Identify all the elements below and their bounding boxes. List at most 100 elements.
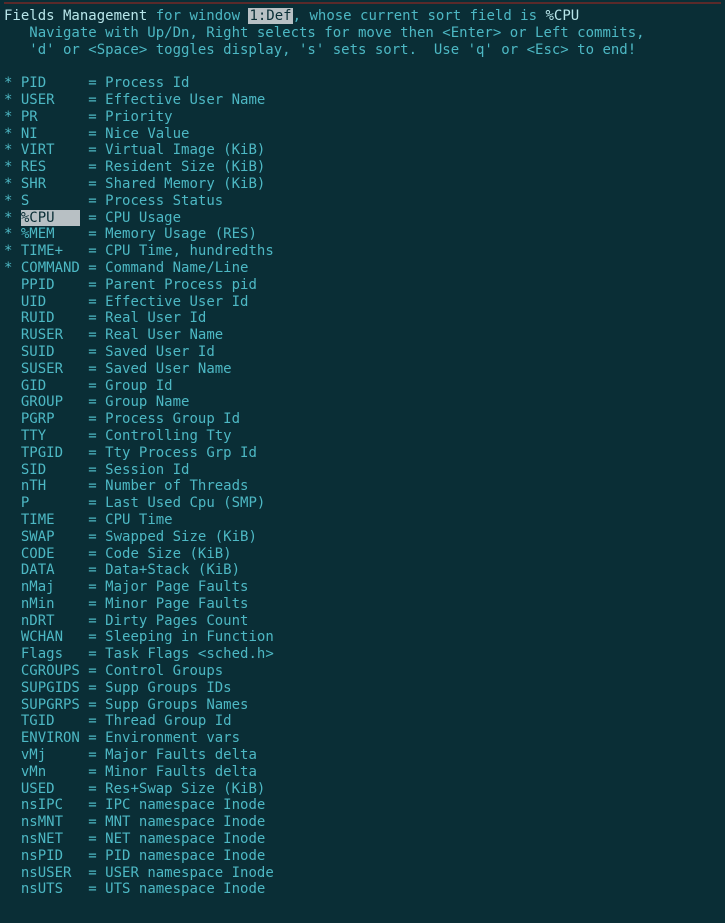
field-description: Process Group Id [105,411,240,427]
field-row[interactable]: TIME = CPU Time [4,512,721,529]
field-description: Supp Groups IDs [105,680,231,696]
field-row[interactable]: nMin = Minor Page Faults [4,596,721,613]
field-marker [4,831,12,848]
field-name: SHR [21,176,80,192]
field-name: nsUTS [21,881,80,897]
field-row[interactable]: vMn = Minor Faults delta [4,764,721,781]
field-description: Shared Memory (KiB) [105,176,265,192]
field-name: vMn [21,764,80,780]
field-row[interactable]: SUSER = Saved User Name [4,361,721,378]
field-row[interactable]: DATA = Data+Stack (KiB) [4,562,721,579]
field-description: PID namespace Inode [105,848,265,864]
field-row[interactable]: TPGID = Tty Process Grp Id [4,445,721,462]
field-name: nsIPC [21,797,80,813]
field-row[interactable]: RUSER = Real User Name [4,327,721,344]
field-row[interactable]: PPID = Parent Process pid [4,277,721,294]
field-row[interactable]: SUPGIDS = Supp Groups IDs [4,680,721,697]
field-marker: * [4,92,12,109]
field-name: nsNET [21,831,80,847]
field-row[interactable]: * %CPU = CPU Usage [4,210,721,227]
field-name: ENVIRON [21,730,80,746]
field-row[interactable]: USED = Res+Swap Size (KiB) [4,781,721,798]
current-sort-field: %CPU [545,8,579,24]
field-marker [4,462,12,479]
field-description: Supp Groups Names [105,697,248,713]
field-marker [4,579,12,596]
field-name: SUID [21,344,80,360]
field-row[interactable]: SWAP = Swapped Size (KiB) [4,529,721,546]
field-description: NET namespace Inode [105,831,265,847]
field-row[interactable]: SUID = Saved User Id [4,344,721,361]
field-row[interactable]: SID = Session Id [4,462,721,479]
field-name: DATA [21,562,80,578]
field-row[interactable]: * PR = Priority [4,109,721,126]
field-marker [4,478,12,495]
field-row[interactable]: nsUSER = USER namespace Inode [4,865,721,882]
field-row[interactable]: nsIPC = IPC namespace Inode [4,797,721,814]
field-row[interactable]: nsPID = PID namespace Inode [4,848,721,865]
field-row[interactable]: SUPGRPS = Supp Groups Names [4,697,721,714]
field-row[interactable]: nsUTS = UTS namespace Inode [4,881,721,898]
field-marker [4,546,12,563]
field-row[interactable]: PGRP = Process Group Id [4,411,721,428]
field-marker: * [4,75,12,92]
field-row[interactable]: TTY = Controlling Tty [4,428,721,445]
field-name: TIME [21,512,80,528]
field-description: Environment vars [105,730,240,746]
field-row[interactable]: nDRT = Dirty Pages Count [4,613,721,630]
field-marker [4,713,12,730]
field-description: Control Groups [105,663,223,679]
field-name: nTH [21,478,80,494]
field-name: P [21,495,80,511]
field-row[interactable]: RUID = Real User Id [4,310,721,327]
field-name: PID [21,75,80,91]
field-row[interactable]: ENVIRON = Environment vars [4,730,721,747]
field-row[interactable]: CODE = Code Size (KiB) [4,546,721,563]
field-row[interactable]: * SHR = Shared Memory (KiB) [4,176,721,193]
field-row[interactable]: P = Last Used Cpu (SMP) [4,495,721,512]
field-row[interactable]: * S = Process Status [4,193,721,210]
field-row[interactable]: * %MEM = Memory Usage (RES) [4,226,721,243]
field-marker [4,697,12,714]
field-description: CPU Time, hundredths [105,243,274,259]
fields-mgmt-title: Fields Management [4,8,147,24]
field-row[interactable]: * NI = Nice Value [4,126,721,143]
field-name: PGRP [21,411,80,427]
fields-list[interactable]: * PID = Process Id* USER = Effective Use… [4,75,721,898]
field-row[interactable]: GID = Group Id [4,378,721,395]
field-description: Sleeping in Function [105,629,274,645]
field-row[interactable]: nTH = Number of Threads [4,478,721,495]
field-description: Group Name [105,394,189,410]
field-name: vMj [21,747,80,763]
field-description: Effective User Name [105,92,265,108]
field-row[interactable]: * PID = Process Id [4,75,721,92]
field-description: Memory Usage (RES) [105,226,257,242]
field-marker [4,848,12,865]
field-description: Nice Value [105,126,189,142]
field-description: Minor Faults delta [105,764,257,780]
field-name: VIRT [21,142,80,158]
field-row[interactable]: * RES = Resident Size (KiB) [4,159,721,176]
field-marker [4,294,12,311]
field-description: Saved User Name [105,361,231,377]
field-row[interactable]: * VIRT = Virtual Image (KiB) [4,142,721,159]
field-row[interactable]: * USER = Effective User Name [4,92,721,109]
field-marker: * [4,109,12,126]
field-row[interactable]: vMj = Major Faults delta [4,747,721,764]
field-row[interactable]: nsNET = NET namespace Inode [4,831,721,848]
field-name: %MEM [21,226,80,242]
field-row[interactable]: Flags = Task Flags <sched.h> [4,646,721,663]
field-description: Thread Group Id [105,713,231,729]
field-description: IPC namespace Inode [105,797,265,813]
field-row[interactable]: GROUP = Group Name [4,394,721,411]
field-row[interactable]: nMaj = Major Page Faults [4,579,721,596]
field-row[interactable]: TGID = Thread Group Id [4,713,721,730]
field-row[interactable]: WCHAN = Sleeping in Function [4,629,721,646]
field-row[interactable]: nsMNT = MNT namespace Inode [4,814,721,831]
field-row[interactable]: UID = Effective User Id [4,294,721,311]
field-row[interactable]: * TIME+ = CPU Time, hundredths [4,243,721,260]
field-row[interactable]: * COMMAND = Command Name/Line [4,260,721,277]
field-name: RUID [21,310,80,326]
field-row[interactable]: CGROUPS = Control Groups [4,663,721,680]
field-marker: * [4,126,12,143]
